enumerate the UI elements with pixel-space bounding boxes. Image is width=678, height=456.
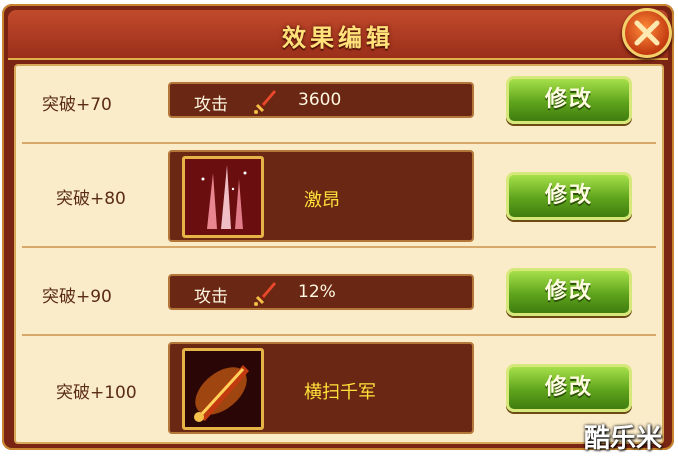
dialog-title: 效果编辑 xyxy=(282,23,394,52)
stat-name: 攻击 xyxy=(194,95,228,115)
modify-button[interactable]: 修改 xyxy=(506,268,632,316)
skill-name: 横扫千军 xyxy=(304,382,376,403)
stat-value: 12% xyxy=(298,282,336,302)
row-label: 突破+70 xyxy=(42,95,112,115)
close-icon xyxy=(634,20,660,46)
stat-name: 攻击 xyxy=(194,287,228,307)
stat-bar: 攻击 3600 xyxy=(168,82,474,118)
flaming-sword-skill-icon xyxy=(182,348,264,430)
modify-button[interactable]: 修改 xyxy=(506,364,632,412)
skill-name: 激昂 xyxy=(304,190,340,211)
watermark-text: 酷乐米 xyxy=(584,424,663,454)
modify-button[interactable]: 修改 xyxy=(506,172,632,220)
skill-bar: 横扫千军 xyxy=(168,342,474,434)
sword-icon xyxy=(252,280,278,310)
modify-button[interactable]: 修改 xyxy=(506,76,632,124)
row-label: 突破+80 xyxy=(56,189,126,209)
light-beams-skill-icon xyxy=(182,156,264,238)
row-divider xyxy=(22,142,656,144)
sword-icon xyxy=(252,88,278,118)
dialog-titlebar: 效果编辑 xyxy=(8,10,668,60)
row-label: 突破+90 xyxy=(42,287,112,307)
dialog-frame: 效果编辑 突破+70 攻击 3600 修改 突破+80 激昂 修改 突破+90 … xyxy=(2,4,674,450)
rows-panel: 突破+70 攻击 3600 修改 突破+80 激昂 修改 突破+90 攻击 12… xyxy=(14,64,664,444)
stat-value: 3600 xyxy=(298,90,342,110)
stat-bar: 攻击 12% xyxy=(168,274,474,310)
row-divider xyxy=(22,334,656,336)
row-label: 突破+100 xyxy=(56,383,137,403)
skill-bar: 激昂 xyxy=(168,150,474,242)
row-divider xyxy=(22,246,656,248)
close-button[interactable] xyxy=(622,8,672,58)
